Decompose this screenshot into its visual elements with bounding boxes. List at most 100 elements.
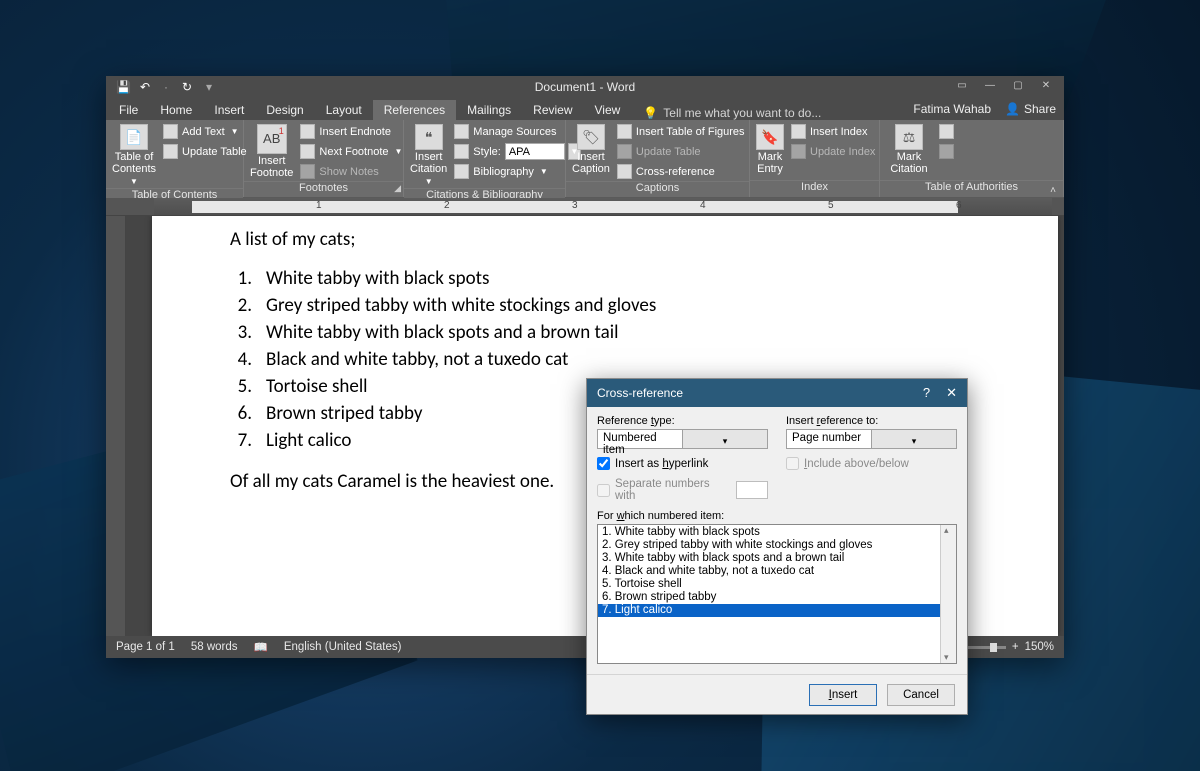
list-item: 4.Black and white tabby, not a tuxedo ca… [230, 346, 1058, 373]
group-index: 🔖 Mark Entry Insert Index Update Index I… [750, 120, 880, 197]
group-table-of-authorities: ⚖ Mark Citation Table of Authorities [880, 120, 1064, 197]
tab-view[interactable]: View [584, 100, 632, 120]
mark-entry-icon: 🔖 [756, 124, 784, 150]
window-controls: ▭ — ▢ ✕ [948, 76, 1060, 96]
table-of-contents-button[interactable]: 📄 Table of Contents ▼ [112, 122, 156, 188]
word-count[interactable]: 58 words [191, 641, 238, 653]
zoom-level[interactable]: 150% [1025, 641, 1054, 653]
tab-file[interactable]: File [108, 100, 149, 120]
redo-icon[interactable]: ↻ [180, 80, 194, 94]
manage-sources-button[interactable]: Manage Sources [451, 122, 584, 141]
ruler-tick: 5 [828, 200, 834, 211]
dialog-launcher-icon[interactable]: ◢ [394, 183, 401, 194]
footnote-icon: AB1 [257, 124, 287, 154]
reference-type-label: Reference type: [597, 415, 768, 427]
close-button[interactable]: ✕ [1032, 76, 1060, 96]
vertical-ruler[interactable] [106, 216, 126, 636]
tab-review[interactable]: Review [522, 100, 583, 120]
list-item[interactable]: 1. White tabby with black spots [598, 526, 956, 539]
list-item[interactable]: 5. Tortoise shell [598, 578, 956, 591]
page-indicator[interactable]: Page 1 of 1 [116, 641, 175, 653]
cancel-button[interactable]: Cancel [887, 684, 955, 706]
list-item[interactable]: 7. Light calico [598, 604, 956, 617]
title-bar: 💾 ↶ · ↻ ▾ Document1 - Word ▭ — ▢ ✕ [106, 76, 1064, 98]
list-item[interactable]: 3. White tabby with black spots and a br… [598, 552, 956, 565]
update-captions-table-button[interactable]: Update Table [614, 142, 748, 161]
mark-entry-button[interactable]: 🔖 Mark Entry [756, 122, 784, 175]
group-table-of-contents: 📄 Table of Contents ▼ Add Text▼ Update T… [106, 120, 244, 197]
group-label: Index [750, 180, 879, 197]
insert-endnote-button[interactable]: Insert Endnote [297, 122, 405, 141]
bibliography-icon [454, 164, 469, 179]
reference-type-combo[interactable]: Numbered item ▾ [597, 429, 768, 449]
style-icon [454, 144, 469, 159]
tell-me-text: Tell me what you want to do... [663, 106, 821, 120]
update-index-icon [791, 144, 806, 159]
citation-icon: ❝ [415, 124, 443, 150]
insert-index-button[interactable]: Insert Index [788, 122, 878, 141]
scrollbar[interactable] [940, 525, 956, 663]
list-item[interactable]: 4. Black and white tabby, not a tuxedo c… [598, 565, 956, 578]
hyperlink-checkbox-input[interactable] [597, 457, 610, 470]
collapse-ribbon-icon[interactable]: ˄ [1050, 185, 1056, 196]
insert-toa-button[interactable] [936, 122, 957, 141]
update-table-button[interactable]: Update Table [160, 142, 250, 161]
share-button[interactable]: 👤 Share [1005, 102, 1056, 116]
insert-button[interactable]: Insert [809, 684, 877, 706]
insert-reference-to-label: Insert reference to: [786, 415, 957, 427]
spellcheck-icon[interactable]: 📖 [254, 640, 268, 654]
toc-icon: 📄 [120, 124, 148, 150]
insert-reference-to-combo[interactable]: Page number ▾ [786, 429, 957, 449]
update-toa-button[interactable] [936, 142, 957, 161]
minimize-button[interactable]: — [976, 76, 1004, 96]
next-footnote-icon [300, 144, 315, 159]
language-indicator[interactable]: English (United States) [284, 641, 402, 653]
bibliography-button[interactable]: Bibliography▼ [451, 162, 584, 181]
qat-customize-icon[interactable]: ▾ [206, 80, 212, 94]
list-item[interactable]: 2. Grey striped tabby with white stockin… [598, 539, 956, 552]
style-input[interactable] [505, 143, 565, 160]
dialog-close-button[interactable]: ✕ [946, 385, 957, 401]
insert-footnote-button[interactable]: AB1 Insert Footnote [250, 122, 293, 179]
cross-reference-icon [617, 164, 632, 179]
tab-mailings[interactable]: Mailings [456, 100, 522, 120]
ruler-tick: 4 [700, 200, 706, 211]
group-label: Table of Authorities [880, 180, 1063, 197]
chevron-down-icon: ▼ [425, 176, 433, 188]
tab-references[interactable]: References [373, 100, 456, 120]
help-button[interactable]: ? [923, 385, 930, 401]
insert-index-icon [791, 124, 806, 139]
insert-caption-button[interactable]: 🏷 Insert Caption [572, 122, 610, 175]
mark-citation-button[interactable]: ⚖ Mark Citation [886, 122, 932, 175]
add-text-button[interactable]: Add Text▼ [160, 122, 250, 141]
dialog-title-bar[interactable]: Cross-reference ? ✕ [587, 379, 967, 407]
numbered-item-listbox[interactable]: 1. White tabby with black spots2. Grey s… [597, 524, 957, 664]
show-notes-button[interactable]: Show Notes [297, 162, 405, 181]
cross-reference-button[interactable]: Cross-reference [614, 162, 748, 181]
save-icon[interactable]: 💾 [116, 80, 130, 94]
window-title: Document1 - Word [106, 80, 1064, 94]
undo-icon[interactable]: ↶ [138, 80, 152, 94]
list-item[interactable]: 6. Brown striped tabby [598, 591, 956, 604]
maximize-button[interactable]: ▢ [1004, 76, 1032, 96]
chevron-down-icon[interactable]: ▾ [682, 430, 767, 448]
insert-table-of-figures-button[interactable]: Insert Table of Figures [614, 122, 748, 141]
zoom-in-button[interactable]: + [1012, 641, 1019, 653]
update-index-button[interactable]: Update Index [788, 142, 878, 161]
chevron-down-icon[interactable]: ▾ [871, 430, 956, 448]
insert-as-hyperlink-checkbox[interactable]: Insert as hyperlink [597, 457, 768, 470]
ruler-tick: 2 [444, 200, 450, 211]
horizontal-ruler[interactable]: 1 2 3 4 5 6 [106, 198, 1064, 216]
user-name[interactable]: Fatima Wahab [913, 102, 991, 116]
ribbon-display-options-icon[interactable]: ▭ [948, 76, 976, 96]
tab-layout[interactable]: Layout [315, 100, 373, 120]
insert-citation-button[interactable]: ❝ Insert Citation ▼ [410, 122, 447, 188]
style-selector[interactable]: Style: ▼ [451, 142, 584, 161]
tof-icon [617, 124, 632, 139]
tab-home[interactable]: Home [149, 100, 203, 120]
tell-me[interactable]: 💡 Tell me what you want to do... [643, 106, 821, 120]
ruler-tick: 1 [316, 200, 322, 211]
tab-insert[interactable]: Insert [203, 100, 255, 120]
tab-design[interactable]: Design [255, 100, 314, 120]
next-footnote-button[interactable]: Next Footnote▼ [297, 142, 405, 161]
